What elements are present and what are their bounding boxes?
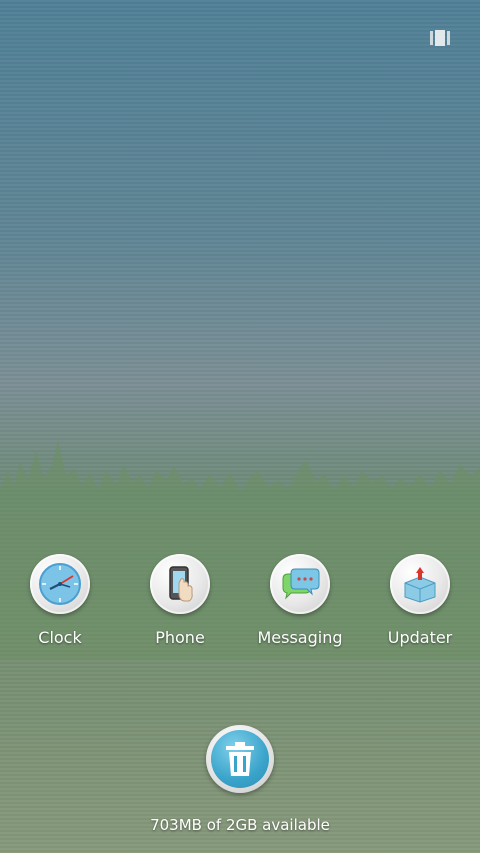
app-phone[interactable]: Phone xyxy=(120,554,240,664)
updater-app-icon xyxy=(390,554,450,614)
app-label-messaging: Messaging xyxy=(257,628,343,647)
updater-icon xyxy=(404,567,436,603)
messaging-icon xyxy=(282,568,320,600)
clock-icon xyxy=(39,563,81,605)
clear-all-inner xyxy=(211,730,269,788)
phone-app-icon xyxy=(150,554,210,614)
recent-apps-icon xyxy=(430,30,450,46)
app-label-updater: Updater xyxy=(387,628,453,647)
app-updater[interactable]: Updater xyxy=(360,554,480,664)
app-label-phone: Phone xyxy=(155,628,205,647)
memory-status: 703MB of 2GB available xyxy=(150,816,330,834)
app-clock[interactable]: Clock xyxy=(0,554,120,664)
recent-apps-button[interactable] xyxy=(428,28,452,48)
phone-icon xyxy=(169,566,193,602)
clear-all-button[interactable] xyxy=(206,725,274,793)
messaging-app-icon xyxy=(270,554,330,614)
app-messaging[interactable]: Messaging xyxy=(240,554,360,664)
app-label-clock: Clock xyxy=(38,628,82,647)
trash-icon xyxy=(226,742,254,776)
clock-app-icon xyxy=(30,554,90,614)
